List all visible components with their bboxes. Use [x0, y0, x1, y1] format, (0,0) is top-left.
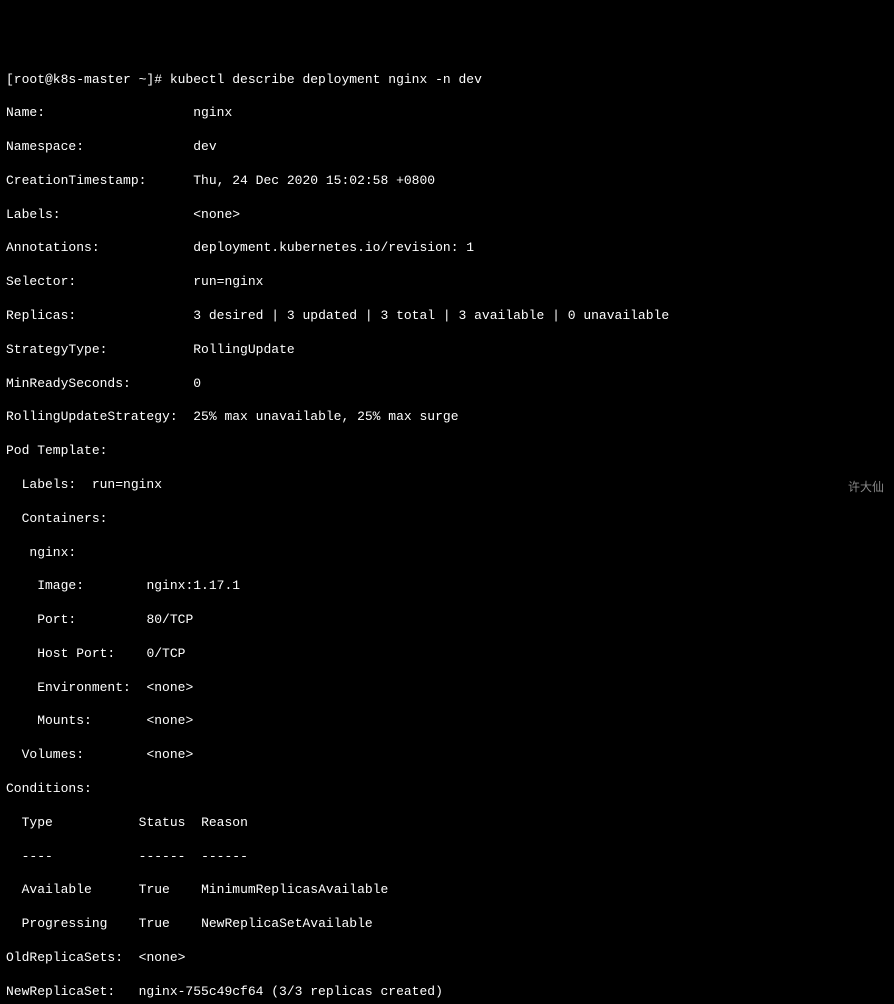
cond-reason: MinimumReplicasAvailable [201, 882, 388, 897]
watermark-text: 许大仙 [848, 480, 884, 496]
field-minready: MinReadySeconds: 0 [6, 376, 888, 393]
label: CreationTimestamp: [6, 173, 146, 188]
condition-progressing: Progressing True NewReplicaSetAvailable [6, 916, 888, 933]
podtemplate-nginx: nginx: [6, 545, 888, 562]
cond-status: True [139, 882, 170, 897]
cond-type: Available [6, 882, 92, 897]
label: Environment: [6, 680, 131, 695]
label: Namespace: [6, 139, 84, 154]
field-namespace: Namespace: dev [6, 139, 888, 156]
label: NewReplicaSet: [6, 984, 115, 999]
dash-reason: ------ [201, 849, 248, 864]
label: Replicas: [6, 308, 76, 323]
label: Image: [6, 578, 84, 593]
label: Labels: [6, 207, 61, 222]
podtemplate-header: Pod Template: [6, 443, 888, 460]
label: Annotations: [6, 240, 100, 255]
conditions-columns: Type Status Reason [6, 815, 888, 832]
label: OldReplicaSets: [6, 950, 123, 965]
podtemplate-volumes: Volumes: <none> [6, 747, 888, 764]
value: 25% max unavailable, 25% max surge [193, 409, 458, 424]
label: Port: [6, 612, 76, 627]
value: Thu, 24 Dec 2020 15:02:58 +0800 [193, 173, 435, 188]
cond-reason: NewReplicaSetAvailable [201, 916, 373, 931]
condition-available: Available True MinimumReplicasAvailable [6, 882, 888, 899]
value: nginx [193, 105, 232, 120]
podtemplate-hostport: Host Port: 0/TCP [6, 646, 888, 663]
col-status: Status [139, 815, 186, 830]
oldreplicasets: OldReplicaSets: <none> [6, 950, 888, 967]
value: deployment.kubernetes.io/revision: 1 [193, 240, 474, 255]
podtemplate-mounts: Mounts: <none> [6, 713, 888, 730]
value: run=nginx [193, 274, 263, 289]
field-selector: Selector: run=nginx [6, 274, 888, 291]
label: MinReadySeconds: [6, 376, 131, 391]
value: <none> [139, 950, 186, 965]
label: Volumes: [6, 747, 84, 762]
field-strategy: StrategyType: RollingUpdate [6, 342, 888, 359]
value: <none> [193, 207, 240, 222]
dash-type: ---- [6, 849, 53, 864]
prompt-line-1[interactable]: [root@k8s-master ~]# kubectl describe de… [6, 72, 888, 89]
label: Selector: [6, 274, 76, 289]
value: <none> [146, 713, 193, 728]
label: Host Port: [6, 646, 115, 661]
conditions-header: Conditions: [6, 781, 888, 798]
value: RollingUpdate [193, 342, 294, 357]
podtemplate-labels: Labels: run=nginx [6, 477, 888, 494]
label: StrategyType: [6, 342, 107, 357]
value: 80/TCP [146, 612, 193, 627]
field-name: Name: nginx [6, 105, 888, 122]
podtemplate-image: Image: nginx:1.17.1 [6, 578, 888, 595]
field-labels: Labels: <none> [6, 207, 888, 224]
value: nginx-755c49cf64 (3/3 replicas created) [139, 984, 443, 999]
value: 3 desired | 3 updated | 3 total | 3 avai… [193, 308, 669, 323]
col-reason: Reason [201, 815, 248, 830]
field-replicas: Replicas: 3 desired | 3 updated | 3 tota… [6, 308, 888, 325]
podtemplate-containers: Containers: [6, 511, 888, 528]
value: nginx:1.17.1 [146, 578, 240, 593]
conditions-dashes: ---- ------ ------ [6, 849, 888, 866]
label: Mounts: [6, 713, 92, 728]
cond-type: Progressing [6, 916, 107, 931]
cond-status: True [139, 916, 170, 931]
label: Name: [6, 105, 45, 120]
value: 0/TCP [146, 646, 185, 661]
newreplicaset: NewReplicaSet: nginx-755c49cf64 (3/3 rep… [6, 984, 888, 1001]
podtemplate-port: Port: 80/TCP [6, 612, 888, 629]
podtemplate-env: Environment: <none> [6, 680, 888, 697]
value: <none> [146, 680, 193, 695]
field-annotations: Annotations: deployment.kubernetes.io/re… [6, 240, 888, 257]
label: RollingUpdateStrategy: [6, 409, 178, 424]
value: <none> [146, 747, 193, 762]
value: dev [193, 139, 216, 154]
field-creation: CreationTimestamp: Thu, 24 Dec 2020 15:0… [6, 173, 888, 190]
col-type: Type [6, 815, 53, 830]
field-rolling: RollingUpdateStrategy: 25% max unavailab… [6, 409, 888, 426]
dash-status: ------ [139, 849, 186, 864]
value: 0 [193, 376, 201, 391]
